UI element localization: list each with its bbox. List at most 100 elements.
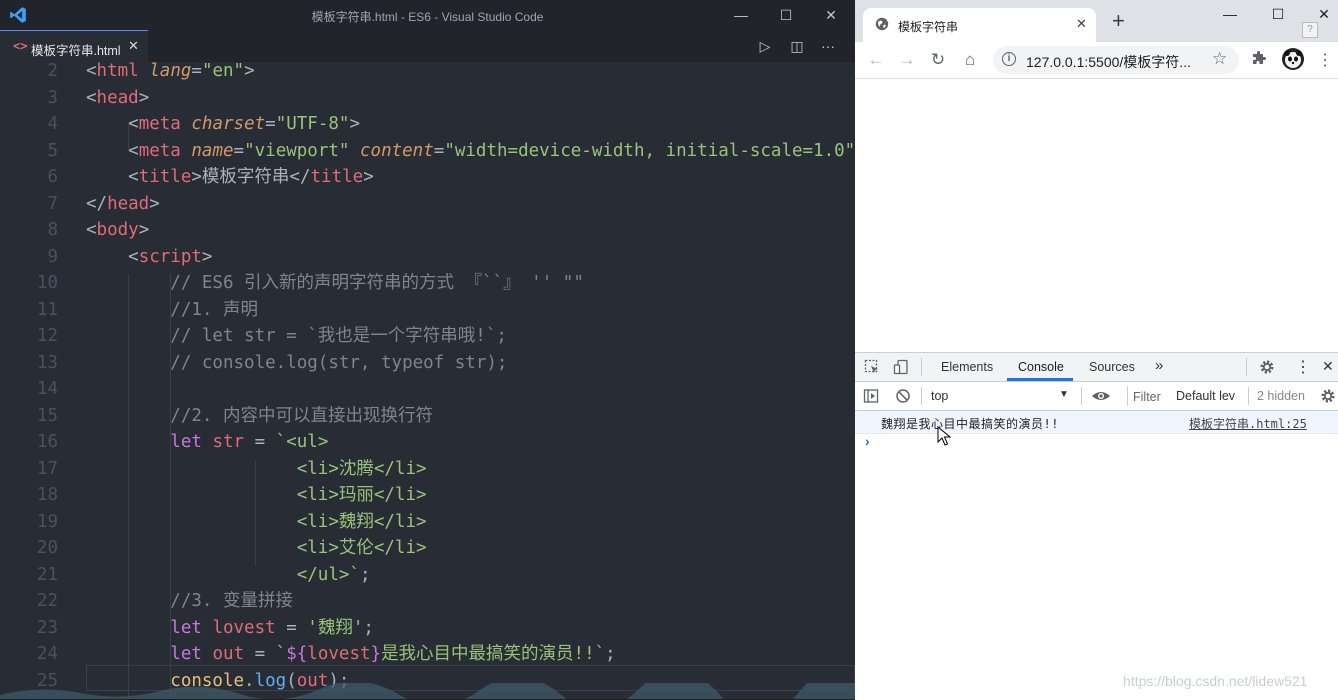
new-tab-button[interactable]: + [1112, 10, 1125, 32]
run-icon[interactable]: ▷ [755, 38, 775, 55]
code-token: </ [289, 167, 311, 187]
code-token: <li>魏翔</li> [86, 511, 427, 532]
code-line[interactable]: 6 <title>模板字符串</title> [0, 164, 855, 190]
code-line[interactable]: 17 <li>沈腾</li> [0, 456, 855, 482]
code-line[interactable]: 5 <meta name="viewport" content="width=d… [0, 138, 855, 164]
devtools-tab-bar: Elements Console Sources » ⋮ ✕ [855, 353, 1338, 382]
code-line[interactable]: 14 [0, 376, 855, 402]
minimize-button[interactable]: — [726, 5, 756, 25]
code-token: </ [86, 193, 108, 214]
code-line[interactable]: 24 let out = `${lovest}是我心目中最搞笑的演员!!`; [0, 641, 855, 667]
bookmark-star-icon[interactable]: ☆ [1212, 49, 1227, 69]
code-line[interactable]: 3 <head> [0, 85, 855, 111]
browser-menu-icon[interactable]: ⋮ [1317, 50, 1333, 70]
code-token: > [149, 193, 160, 214]
code-line[interactable]: 8 <body> [0, 217, 855, 243]
tab-console[interactable]: Console [1018, 360, 1064, 374]
code-line[interactable]: 16 let str = `<ul> [0, 429, 855, 455]
help-icon[interactable]: ? [1302, 22, 1318, 38]
tab-elements[interactable]: Elements [941, 360, 993, 374]
code-token: > [244, 62, 255, 81]
code-line[interactable]: 18 <li>玛丽</li> [0, 482, 855, 508]
code-line[interactable]: 20 <li>艾伦</li> [0, 535, 855, 561]
code-line[interactable]: 9 <script> [0, 244, 855, 270]
code-token: <li>玛丽</li> [86, 485, 427, 505]
code-line[interactable]: 10 // ES6 引入新的声明字符串的方式 『``』 '' "" [0, 270, 855, 296]
profile-avatar[interactable] [1282, 48, 1304, 70]
site-info-icon[interactable]: i [1002, 52, 1016, 66]
code-token: < [86, 140, 139, 161]
tab-sources[interactable]: Sources [1089, 360, 1135, 374]
code-token: 模板字符串 [201, 167, 290, 187]
code-token: script [138, 246, 202, 267]
devtools-close-icon[interactable]: ✕ [1322, 358, 1334, 375]
more-tabs-icon[interactable]: » [1155, 357, 1163, 374]
code-token: 是我心目中最搞笑的演员!!` [381, 644, 606, 664]
reload-icon[interactable]: ↻ [927, 49, 949, 71]
code-line[interactable]: 21 </ul>`; [0, 562, 855, 588]
code-token: > [191, 167, 202, 187]
code-token: < [86, 220, 97, 240]
line-code: // ES6 引入新的声明字符串的方式 『``』 '' "" [86, 270, 584, 296]
editor-tab[interactable]: <> 模板字符串.html ✕ [0, 30, 148, 62]
show-sidebar-icon[interactable] [863, 388, 879, 404]
line-number: 19 [36, 511, 58, 532]
console-message-source-link[interactable]: 模板字符串.html:25 [1189, 415, 1307, 432]
close-window-button[interactable]: ✕ [816, 5, 846, 25]
code-token: // console.log(str, typeof str); [86, 352, 508, 373]
code-token: < [86, 246, 139, 267]
address-bar[interactable]: i 127.0.0.1:5500/模板字符... ☆ [993, 46, 1239, 74]
tab-close-icon[interactable]: ✕ [128, 38, 139, 54]
code-line[interactable]: 15 //2. 内容中可以直接出现换行符 [0, 403, 855, 429]
dropdown-arrow-icon[interactable]: ▼ [1059, 389, 1069, 400]
line-number: 18 [36, 485, 58, 505]
code-token: > [349, 114, 361, 134]
code-line[interactable]: 4 <meta charset="UTF-8"> [0, 111, 855, 137]
forward-icon[interactable]: → [896, 49, 918, 71]
line-code: // let str = `我也是一个字符串哦!`; [86, 323, 507, 349]
code-token: > [201, 246, 213, 267]
split-editor-icon[interactable]: ◫ [787, 38, 807, 55]
context-selector[interactable]: top [931, 389, 948, 403]
code-line[interactable]: 7 </head> [0, 191, 855, 217]
close-tab-icon[interactable]: ✕ [1076, 16, 1087, 32]
line-code: let out = `${lovest}是我心目中最搞笑的演员!!`; [86, 641, 615, 667]
console-prompt[interactable]: › [865, 433, 870, 449]
devtools-menu-icon[interactable]: ⋮ [1295, 357, 1311, 377]
code-token: charset [191, 114, 266, 134]
toolbar-divider [1081, 387, 1082, 405]
code-line[interactable]: 11 //1. 声明 [0, 297, 855, 323]
console-message[interactable]: 魏翔是我心目中最搞笑的演员!! 模板字符串.html:25 [855, 411, 1338, 434]
code-line[interactable]: 12 // let str = `我也是一个字符串哦!`; [0, 323, 855, 349]
live-expression-eye-icon[interactable] [1091, 388, 1111, 404]
more-actions-icon[interactable]: ··· [818, 38, 838, 54]
code-token: = [244, 432, 276, 452]
code-token: = [265, 114, 276, 134]
home-icon[interactable]: ⌂ [959, 49, 981, 71]
browser-minimize-button[interactable]: — [1215, 6, 1245, 22]
hidden-count: 2 hidden [1257, 389, 1305, 403]
code-line[interactable]: 13 // console.log(str, typeof str); [0, 350, 855, 376]
code-line[interactable]: 2 <html lang="en"> [0, 62, 855, 84]
console-settings-gear-icon[interactable] [1320, 388, 1336, 404]
clear-console-icon[interactable] [895, 388, 911, 404]
code-token: "en" [201, 62, 245, 81]
inspect-element-icon[interactable] [864, 359, 880, 375]
log-levels-dropdown[interactable]: Default lev [1176, 389, 1235, 403]
maximize-button[interactable]: ☐ [771, 5, 801, 25]
browser-maximize-button[interactable]: ☐ [1263, 6, 1293, 23]
code-token: meta [138, 114, 181, 134]
back-icon[interactable]: ← [865, 49, 887, 71]
code-line[interactable]: 22 //3. 变量拼接 [0, 588, 855, 614]
settings-gear-icon[interactable] [1259, 359, 1275, 375]
extensions-puzzle-icon[interactable] [1251, 51, 1267, 67]
code-editor[interactable]: 2 <html lang="en"> 3 <head> 4 <meta charset=… [0, 62, 855, 699]
line-code: <head> [86, 85, 149, 111]
browser-window: 模板字符串 ✕ + — ☐ ✕ ? ← → ↻ ⌂ i 127.0.0.1:55… [855, 0, 1338, 700]
code-line[interactable]: 23 let lovest = '魏翔'; [0, 615, 855, 641]
browser-tab[interactable]: 模板字符串 ✕ [863, 8, 1096, 42]
device-toolbar-icon[interactable] [893, 359, 909, 375]
browser-close-button[interactable]: ✕ [1309, 6, 1338, 23]
mouse-cursor-icon [937, 426, 951, 446]
code-line[interactable]: 19 <li>魏翔</li> [0, 509, 855, 535]
